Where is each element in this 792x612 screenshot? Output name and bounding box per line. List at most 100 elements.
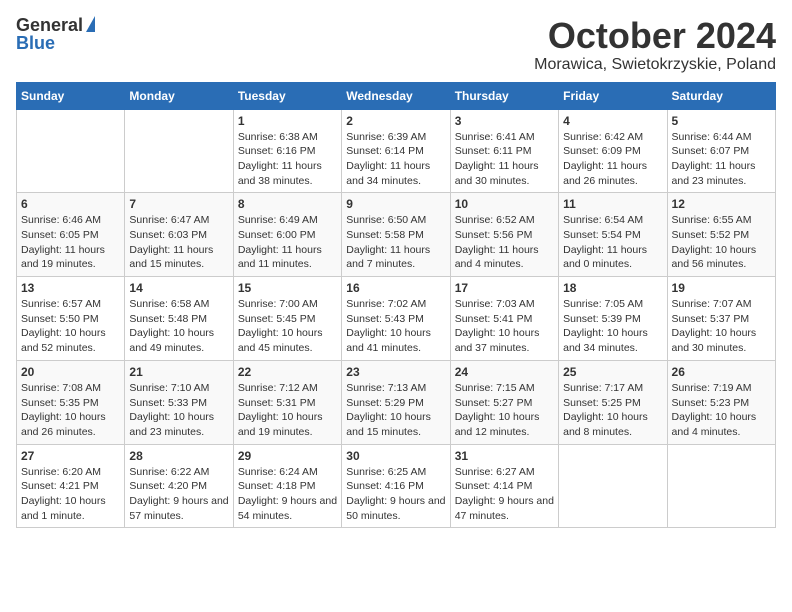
calendar-cell: 27 Sunrise: 6:20 AMSunset: 4:21 PMDayligh… <box>17 444 125 528</box>
calendar-cell: 17 Sunrise: 7:03 AMSunset: 5:41 PMDayligh… <box>450 277 558 361</box>
day-number: 20 <box>21 365 120 379</box>
calendar-cell: 6Sunrise: 6:46 AMSunset: 6:05 PMDaylight… <box>17 193 125 277</box>
calendar-cell: 11 Sunrise: 6:54 AMSunset: 5:54 PMDayligh… <box>559 193 667 277</box>
day-detail: Sunrise: 6:52 AMSunset: 5:56 PMDaylight:… <box>455 213 554 272</box>
weekday-header: Thursday <box>450 82 558 109</box>
day-number: 27 <box>21 449 120 463</box>
day-number: 2 <box>346 114 445 128</box>
logo-general-text: General <box>16 16 83 34</box>
calendar-cell: 13 Sunrise: 6:57 AMSunset: 5:50 PMDayligh… <box>17 277 125 361</box>
weekday-header: Monday <box>125 82 233 109</box>
calendar-cell: 30 Sunrise: 6:25 AMSunset: 4:16 PMDayligh… <box>342 444 450 528</box>
calendar-week-row: 1 Sunrise: 6:38 AMSunset: 6:16 PMDaylight… <box>17 109 776 193</box>
calendar-table: SundayMondayTuesdayWednesdayThursdayFrid… <box>16 82 776 529</box>
calendar-cell: 18 Sunrise: 7:05 AMSunset: 5:39 PMDayligh… <box>559 277 667 361</box>
calendar-cell: 9Sunrise: 6:50 AMSunset: 5:58 PMDaylight… <box>342 193 450 277</box>
day-detail: Sunrise: 7:15 AMSunset: 5:27 PMDaylight:… <box>455 381 554 440</box>
day-number: 29 <box>238 449 337 463</box>
day-number: 5 <box>672 114 771 128</box>
calendar-subtitle: Morawica, Swietokrzyskie, Poland <box>534 56 776 74</box>
calendar-cell: 14 Sunrise: 6:58 AMSunset: 5:48 PMDayligh… <box>125 277 233 361</box>
logo-triangle-icon <box>86 16 95 32</box>
day-number: 24 <box>455 365 554 379</box>
day-number: 11 <box>563 197 662 211</box>
day-number: 18 <box>563 281 662 295</box>
day-detail: Sunrise: 6:47 AMSunset: 6:03 PMDaylight:… <box>129 213 228 272</box>
day-detail: Sunrise: 7:12 AMSunset: 5:31 PMDaylight:… <box>238 381 337 440</box>
day-number: 17 <box>455 281 554 295</box>
calendar-cell: 28Sunrise: 6:22 AMSunset: 4:20 PMDayligh… <box>125 444 233 528</box>
page-header: General Blue October 2024 Morawica, Swie… <box>16 16 776 74</box>
weekday-header: Sunday <box>17 82 125 109</box>
day-detail: Sunrise: 6:44 AMSunset: 6:07 PMDaylight:… <box>672 130 771 189</box>
day-detail: Sunrise: 7:17 AMSunset: 5:25 PMDaylight:… <box>563 381 662 440</box>
calendar-cell <box>17 109 125 193</box>
day-detail: Sunrise: 6:39 AMSunset: 6:14 PMDaylight:… <box>346 130 445 189</box>
day-number: 3 <box>455 114 554 128</box>
calendar-cell: 24 Sunrise: 7:15 AMSunset: 5:27 PMDayligh… <box>450 360 558 444</box>
day-number: 30 <box>346 449 445 463</box>
day-number: 31 <box>455 449 554 463</box>
calendar-week-row: 27 Sunrise: 6:20 AMSunset: 4:21 PMDayligh… <box>17 444 776 528</box>
day-detail: Sunrise: 7:03 AMSunset: 5:41 PMDaylight:… <box>455 297 554 356</box>
calendar-cell <box>559 444 667 528</box>
day-detail: Sunrise: 6:38 AMSunset: 6:16 PMDaylight:… <box>238 130 337 189</box>
day-detail: Sunrise: 6:58 AMSunset: 5:48 PMDaylight:… <box>129 297 228 356</box>
calendar-cell: 19 Sunrise: 7:07 AMSunset: 5:37 PMDayligh… <box>667 277 775 361</box>
calendar-week-row: 20 Sunrise: 7:08 AMSunset: 5:35 PMDayligh… <box>17 360 776 444</box>
calendar-cell: 16Sunrise: 7:02 AMSunset: 5:43 PMDayligh… <box>342 277 450 361</box>
calendar-header-row: SundayMondayTuesdayWednesdayThursdayFrid… <box>17 82 776 109</box>
calendar-cell: 22 Sunrise: 7:12 AMSunset: 5:31 PMDayligh… <box>233 360 341 444</box>
calendar-cell: 12 Sunrise: 6:55 AMSunset: 5:52 PMDayligh… <box>667 193 775 277</box>
day-number: 26 <box>672 365 771 379</box>
day-detail: Sunrise: 7:07 AMSunset: 5:37 PMDaylight:… <box>672 297 771 356</box>
calendar-cell: 1 Sunrise: 6:38 AMSunset: 6:16 PMDaylight… <box>233 109 341 193</box>
day-number: 6 <box>21 197 120 211</box>
day-detail: Sunrise: 6:41 AMSunset: 6:11 PMDaylight:… <box>455 130 554 189</box>
weekday-header: Friday <box>559 82 667 109</box>
calendar-cell <box>667 444 775 528</box>
calendar-cell: 2 Sunrise: 6:39 AMSunset: 6:14 PMDaylight… <box>342 109 450 193</box>
day-number: 1 <box>238 114 337 128</box>
calendar-cell: 15Sunrise: 7:00 AMSunset: 5:45 PMDayligh… <box>233 277 341 361</box>
day-detail: Sunrise: 7:05 AMSunset: 5:39 PMDaylight:… <box>563 297 662 356</box>
day-detail: Sunrise: 7:10 AMSunset: 5:33 PMDaylight:… <box>129 381 228 440</box>
day-detail: Sunrise: 6:50 AMSunset: 5:58 PMDaylight:… <box>346 213 445 272</box>
day-number: 13 <box>21 281 120 295</box>
calendar-cell: 7 Sunrise: 6:47 AMSunset: 6:03 PMDaylight… <box>125 193 233 277</box>
calendar-cell: 10Sunrise: 6:52 AMSunset: 5:56 PMDayligh… <box>450 193 558 277</box>
day-detail: Sunrise: 6:22 AMSunset: 4:20 PMDaylight:… <box>129 465 228 524</box>
calendar-cell: 20 Sunrise: 7:08 AMSunset: 5:35 PMDayligh… <box>17 360 125 444</box>
calendar-cell: 3 Sunrise: 6:41 AMSunset: 6:11 PMDaylight… <box>450 109 558 193</box>
day-detail: Sunrise: 6:24 AMSunset: 4:18 PMDaylight:… <box>238 465 337 524</box>
day-detail: Sunrise: 7:19 AMSunset: 5:23 PMDaylight:… <box>672 381 771 440</box>
day-number: 21 <box>129 365 228 379</box>
day-detail: Sunrise: 6:27 AMSunset: 4:14 PMDaylight:… <box>455 465 554 524</box>
day-number: 14 <box>129 281 228 295</box>
day-detail: Sunrise: 6:54 AMSunset: 5:54 PMDaylight:… <box>563 213 662 272</box>
calendar-cell: 21 Sunrise: 7:10 AMSunset: 5:33 PMDayligh… <box>125 360 233 444</box>
calendar-title: October 2024 <box>534 16 776 56</box>
weekday-header: Wednesday <box>342 82 450 109</box>
day-detail: Sunrise: 6:20 AMSunset: 4:21 PMDaylight:… <box>21 465 120 524</box>
day-number: 7 <box>129 197 228 211</box>
day-detail: Sunrise: 6:55 AMSunset: 5:52 PMDaylight:… <box>672 213 771 272</box>
day-detail: Sunrise: 7:08 AMSunset: 5:35 PMDaylight:… <box>21 381 120 440</box>
day-number: 12 <box>672 197 771 211</box>
calendar-week-row: 6Sunrise: 6:46 AMSunset: 6:05 PMDaylight… <box>17 193 776 277</box>
day-detail: Sunrise: 6:57 AMSunset: 5:50 PMDaylight:… <box>21 297 120 356</box>
day-detail: Sunrise: 6:25 AMSunset: 4:16 PMDaylight:… <box>346 465 445 524</box>
day-number: 25 <box>563 365 662 379</box>
calendar-cell: 29 Sunrise: 6:24 AMSunset: 4:18 PMDayligh… <box>233 444 341 528</box>
day-number: 19 <box>672 281 771 295</box>
day-detail: Sunrise: 7:00 AMSunset: 5:45 PMDaylight:… <box>238 297 337 356</box>
logo-blue-text: Blue <box>16 34 55 52</box>
calendar-cell: 31 Sunrise: 6:27 AMSunset: 4:14 PMDayligh… <box>450 444 558 528</box>
calendar-cell <box>125 109 233 193</box>
day-detail: Sunrise: 6:49 AMSunset: 6:00 PMDaylight:… <box>238 213 337 272</box>
day-number: 22 <box>238 365 337 379</box>
logo: General Blue <box>16 16 95 52</box>
calendar-cell: 26 Sunrise: 7:19 AMSunset: 5:23 PMDayligh… <box>667 360 775 444</box>
day-detail: Sunrise: 6:42 AMSunset: 6:09 PMDaylight:… <box>563 130 662 189</box>
day-number: 16 <box>346 281 445 295</box>
